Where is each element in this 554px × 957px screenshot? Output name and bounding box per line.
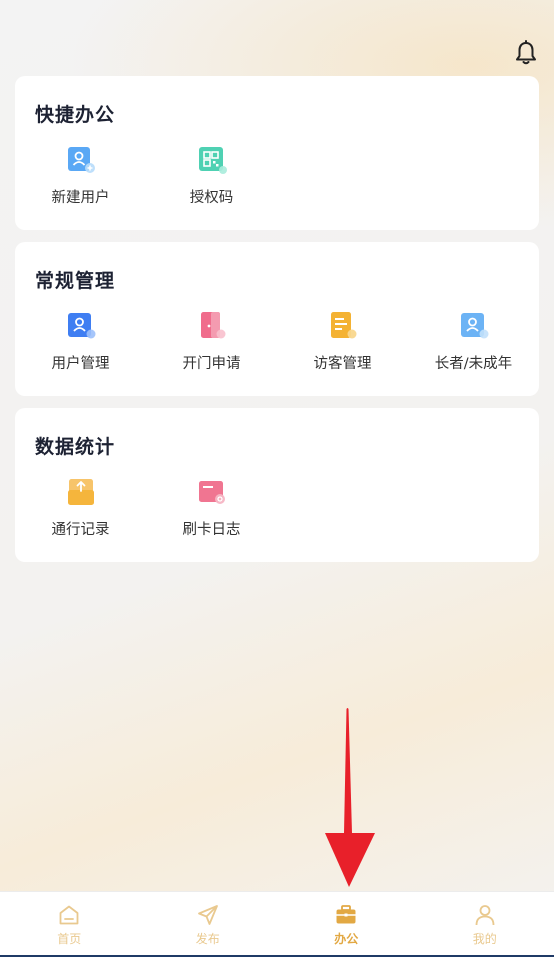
profile-icon	[475, 905, 495, 926]
tab-label: 首页	[57, 932, 82, 946]
section-card-data-statistics: 数据统计 通行记录 刷卡日志	[15, 408, 539, 562]
qr-code-icon	[198, 147, 227, 174]
elder-minor-icon	[460, 313, 488, 339]
item-label: 访客管理	[313, 356, 372, 372]
annotation-arrow	[325, 708, 375, 887]
item-label: 新建用户	[51, 190, 110, 206]
item-label: 刷卡日志	[182, 522, 241, 538]
visitor-doc-icon	[330, 312, 356, 339]
section-title: 数据统计	[35, 436, 116, 458]
item-label: 授权码	[189, 190, 234, 206]
user-card-icon	[67, 313, 95, 339]
item-label: 用户管理	[51, 356, 110, 372]
tab-label: 办公	[334, 932, 359, 946]
tab-home[interactable]: 首页	[0, 892, 139, 956]
section-title: 快捷办公	[35, 104, 116, 126]
section-title: 常规管理	[35, 270, 116, 292]
section-card-quick-office: 快捷办公 新建用户 授权码	[15, 76, 539, 230]
auth-code-button[interactable]: 授权码	[146, 144, 277, 207]
item-label: 长者/未成年	[434, 356, 513, 372]
tab-office[interactable]: 办公	[277, 892, 416, 956]
tab-publish[interactable]: 发布	[139, 892, 278, 956]
item-label: 开门申请	[182, 356, 241, 372]
bottom-tab-bar: 首页 发布 办公 我的	[0, 891, 554, 956]
section-card-regular-management: 常规管理 用户管理 开门申请 访客管理 长者/未成年	[15, 242, 539, 396]
new-user-button[interactable]: 新建用户	[15, 144, 146, 207]
door-request-button[interactable]: 开门申请	[146, 310, 277, 373]
bell-icon[interactable]	[514, 40, 538, 66]
door-icon	[200, 312, 225, 339]
card-log-icon	[198, 481, 225, 504]
tab-label: 发布	[195, 932, 220, 946]
send-icon	[197, 905, 218, 925]
access-record-icon	[67, 479, 94, 505]
home-icon	[59, 905, 79, 925]
card-log-button[interactable]: 刷卡日志	[146, 476, 277, 539]
briefcase-icon	[336, 905, 356, 924]
elder-minor-button[interactable]: 长者/未成年	[408, 310, 539, 373]
tab-label: 我的	[472, 932, 497, 946]
access-record-button[interactable]: 通行记录	[15, 476, 146, 539]
item-label: 通行记录	[51, 522, 110, 538]
user-management-button[interactable]: 用户管理	[15, 310, 146, 373]
tab-mine[interactable]: 我的	[416, 892, 554, 956]
visitor-management-button[interactable]: 访客管理	[277, 310, 408, 373]
add-user-icon	[67, 147, 95, 173]
